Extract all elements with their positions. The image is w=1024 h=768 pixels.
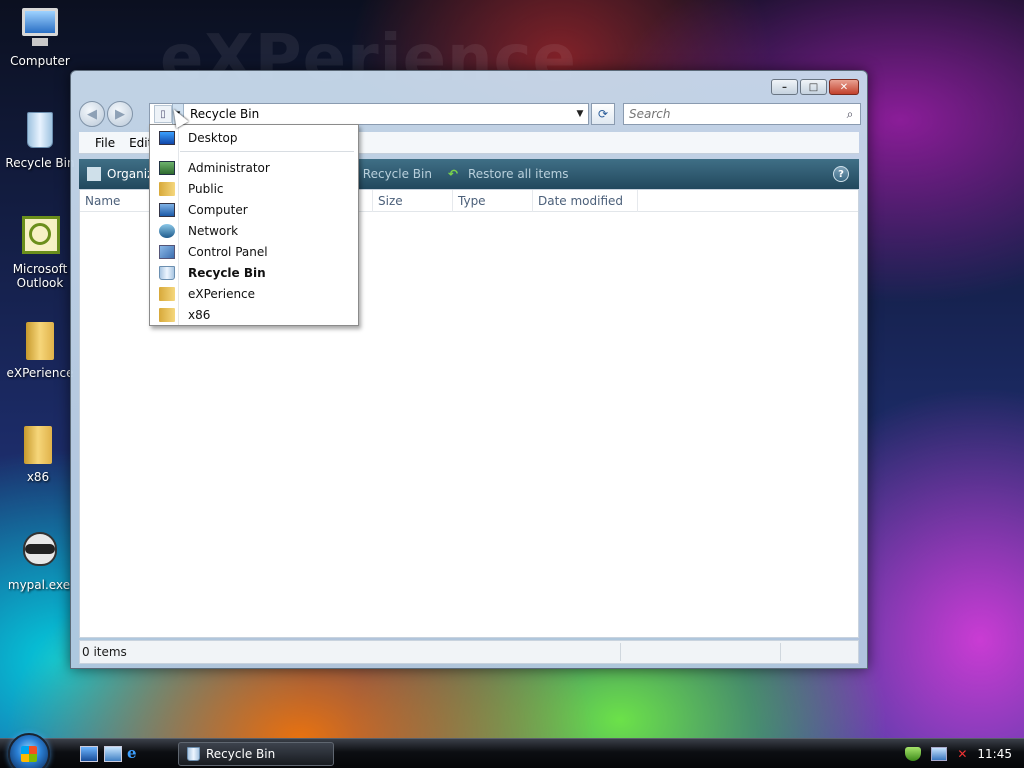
dropdown-item-label: Network	[188, 223, 239, 238]
minimize-button[interactable]: –	[771, 79, 798, 95]
dropdown-item-desktop[interactable]: Desktop	[150, 127, 358, 148]
status-divider	[780, 643, 781, 661]
computer-icon	[159, 202, 175, 217]
taskbar: e Recycle Bin ✕ 11:45	[0, 733, 1024, 768]
dropdown-item-label: Desktop	[188, 130, 238, 145]
breadcrumb-dropdown: Desktop Administrator Public Computer Ne…	[149, 124, 359, 326]
restore-all-button[interactable]: ↶ Restore all items	[440, 167, 577, 181]
control-panel-icon	[159, 244, 175, 259]
search-icon[interactable]: ⌕	[840, 107, 860, 122]
desktop-icon-outlook[interactable]: Microsoft Outlook	[0, 214, 80, 290]
desktop-icon-x86[interactable]: x86	[0, 422, 78, 484]
folder-icon	[159, 286, 175, 301]
desktop-icon-label: eXPerience	[6, 366, 74, 380]
clock[interactable]: 11:45	[977, 747, 1012, 761]
desktop-icon-label: Recycle Bin	[5, 156, 75, 170]
dropdown-item-label: eXPerience	[188, 286, 256, 301]
refresh-button[interactable]: ⟳	[591, 103, 615, 125]
restore-all-label: Restore all items	[467, 167, 569, 181]
folder-icon	[159, 181, 175, 196]
folder-icon	[159, 307, 175, 322]
restore-icon: ↶	[447, 167, 459, 181]
dropdown-item-recycle-bin[interactable]: Recycle Bin	[150, 262, 358, 283]
desktop-icon-experience[interactable]: eXPerience	[0, 318, 80, 380]
recycle-bin-icon	[159, 265, 175, 280]
dropdown-item-computer[interactable]: Computer	[150, 199, 358, 220]
show-desktop-icon[interactable]	[80, 746, 98, 762]
recycle-bin-icon	[187, 747, 200, 761]
start-button[interactable]	[8, 733, 50, 768]
taskbar-button-recycle-bin[interactable]: Recycle Bin	[178, 742, 334, 766]
column-date-modified[interactable]: Date modified	[533, 190, 638, 212]
column-size[interactable]: Size	[373, 190, 453, 212]
help-icon[interactable]: ?	[833, 166, 849, 182]
taskbar-button-label: Recycle Bin	[206, 747, 276, 761]
folder-icon	[16, 422, 60, 466]
outlook-icon	[18, 214, 62, 258]
desktop-icon-label: x86	[26, 470, 50, 484]
organize-icon	[87, 167, 101, 181]
desktop-icon-label: mypal.exe	[7, 578, 71, 592]
security-shield-icon[interactable]	[905, 747, 922, 761]
status-divider	[620, 643, 621, 661]
address-value[interactable]: Recycle Bin	[190, 107, 572, 121]
dropdown-item-label: Public	[188, 181, 224, 196]
switch-windows-icon[interactable]	[104, 746, 122, 762]
address-history-dropdown[interactable]: ▼	[572, 109, 588, 119]
item-count: 0 items	[82, 645, 127, 659]
dropdown-item-control-panel[interactable]: Control Panel	[150, 241, 358, 262]
windows-logo-icon	[21, 746, 37, 762]
back-button[interactable]: ◀	[79, 101, 105, 127]
column-type[interactable]: Type	[453, 190, 533, 212]
forward-button[interactable]: ▶	[107, 101, 133, 127]
volume-muted-icon[interactable]: ✕	[957, 747, 967, 761]
dropdown-item-label: Administrator	[188, 160, 270, 175]
menu-file[interactable]: File	[95, 136, 115, 150]
desktop-icon	[159, 130, 175, 145]
network-icon	[159, 223, 175, 238]
dropdown-separator	[180, 151, 354, 152]
address-bar[interactable]: ▯ ▾ Recycle Bin ▼	[149, 103, 589, 125]
dropdown-item-experience[interactable]: eXPerience	[150, 283, 358, 304]
folder-icon	[18, 318, 62, 362]
search-input[interactable]	[624, 104, 840, 124]
network-tray-icon[interactable]	[931, 747, 948, 761]
raccoon-icon	[17, 530, 61, 574]
dropdown-item-label: Computer	[188, 202, 248, 217]
desktop-icon-computer[interactable]: Computer	[0, 6, 80, 68]
desktop-icon-recycle-bin[interactable]: Recycle Bin	[0, 108, 80, 170]
status-bar: 0 items	[79, 640, 859, 664]
computer-icon	[18, 6, 62, 50]
dropdown-item-administrator[interactable]: Administrator	[150, 157, 358, 178]
desktop-icon-label: Microsoft Outlook	[12, 262, 68, 290]
maximize-button[interactable]: □	[800, 79, 827, 95]
desktop-icon-mypal[interactable]: mypal.exe	[0, 530, 79, 592]
dropdown-item-label: x86	[188, 307, 211, 322]
desktop-icon-label: Computer	[10, 54, 70, 68]
user-folder-icon	[159, 160, 175, 175]
dropdown-item-public[interactable]: Public	[150, 178, 358, 199]
dropdown-item-network[interactable]: Network	[150, 220, 358, 241]
close-button[interactable]: ✕	[829, 79, 859, 95]
search-box[interactable]: ⌕	[623, 103, 861, 125]
internet-explorer-icon[interactable]: e	[127, 744, 145, 762]
system-tray: ✕ 11:45	[905, 739, 1024, 768]
dropdown-item-label: Recycle Bin	[188, 265, 266, 280]
caption-buttons: – □ ✕	[771, 79, 859, 95]
dropdown-item-x86[interactable]: x86	[150, 304, 358, 325]
recycle-bin-icon	[18, 108, 62, 152]
dropdown-item-label: Control Panel	[188, 244, 268, 259]
